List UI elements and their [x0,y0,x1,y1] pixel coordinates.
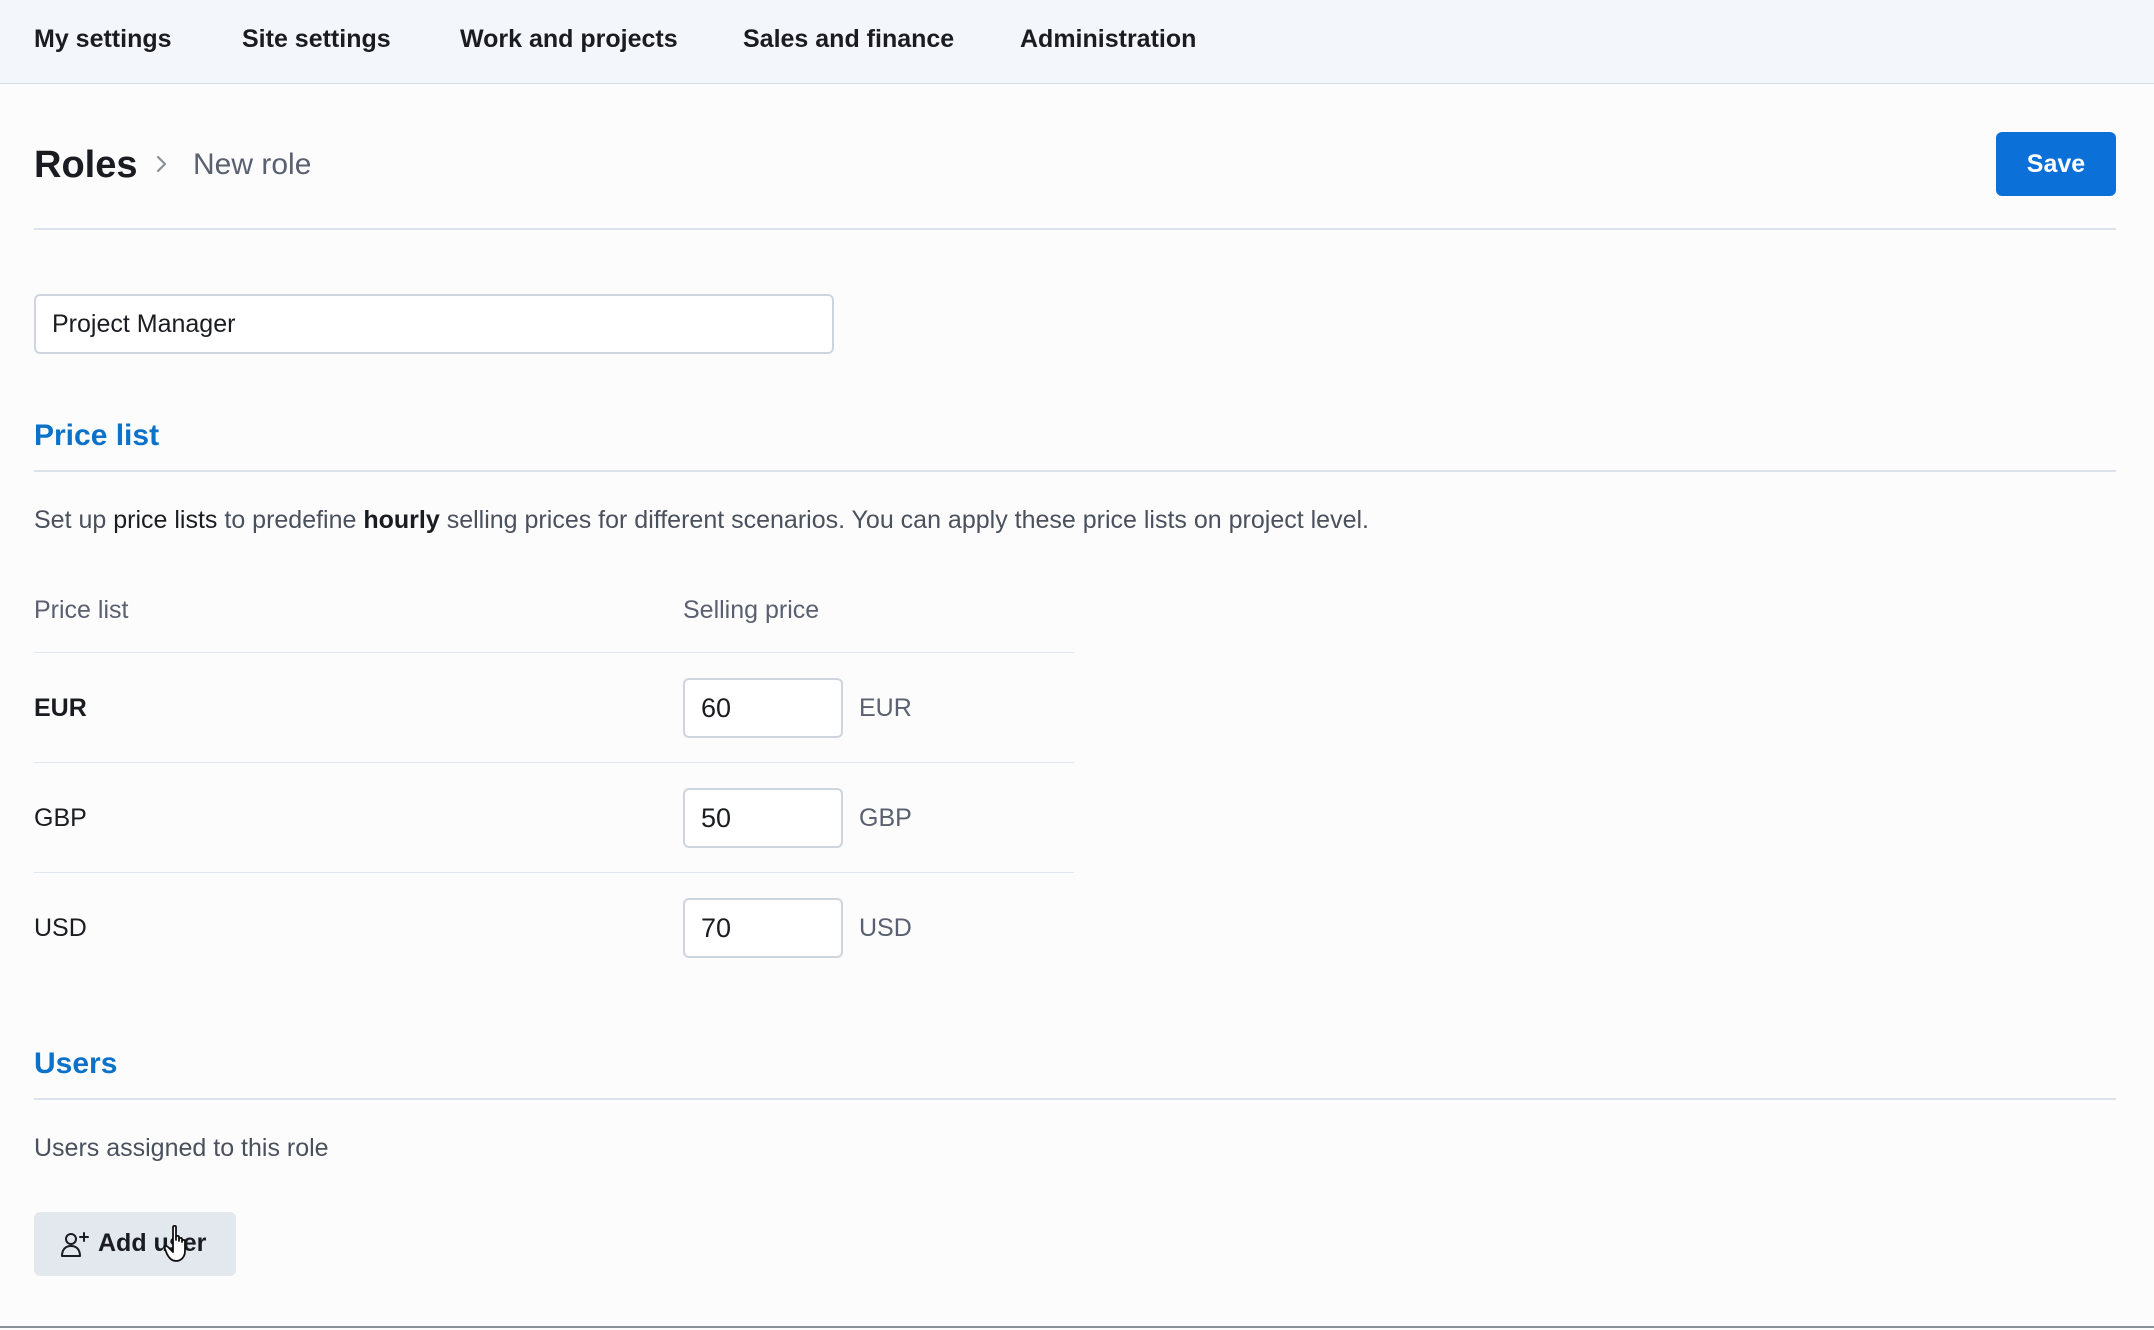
column-header-price-list: Price list [34,596,129,624]
breadcrumb-current: New role [193,148,312,181]
header-divider [34,228,2116,230]
price-lists-link[interactable]: price lists [113,506,217,534]
users-divider [34,1098,2116,1100]
nav-administration[interactable]: Administration [1020,22,1196,56]
selling-price-input[interactable] [683,898,843,958]
add-user-label: Add user [98,1229,207,1257]
price-row-label: GBP [34,804,87,832]
desc-part1: Set up [34,506,114,534]
price-list-section-title: Price list [34,419,160,452]
desc-part3: selling prices for different scenarios. … [439,506,1369,534]
selling-price-input[interactable] [683,788,843,848]
bottom-divider [0,1326,2154,1328]
selling-price-input[interactable] [683,678,843,738]
column-header-selling-price: Selling price [683,596,820,624]
price-row-label: EUR [34,694,87,722]
nav-site-settings[interactable]: Site settings [242,22,391,56]
top-navigation: My settings Site settings Work and proje… [0,0,2154,84]
table-row-divider [34,872,1074,873]
currency-unit: USD [859,914,912,942]
price-row-label: USD [34,914,87,942]
price-list-divider [34,470,2116,472]
save-button[interactable]: Save [1996,132,2116,196]
breadcrumb-roles[interactable]: Roles [34,138,137,192]
currency-unit: EUR [859,694,912,722]
role-name-input[interactable] [34,294,834,354]
add-user-button[interactable]: Add user [34,1212,236,1276]
chevron-right-icon [156,155,167,173]
price-list-description: Set up price lists to predefine hourly s… [34,502,1369,538]
add-user-icon [61,1232,89,1257]
currency-unit: GBP [859,804,912,832]
users-description: Users assigned to this role [34,1134,329,1162]
desc-part2: to predefine [217,506,364,534]
table-row-divider [34,652,1074,653]
nav-sales-and-finance[interactable]: Sales and finance [743,22,954,56]
table-row-divider [34,762,1074,763]
desc-bold: hourly [363,506,440,534]
users-section-title: Users [34,1047,118,1080]
nav-work-and-projects[interactable]: Work and projects [460,22,678,56]
nav-my-settings[interactable]: My settings [34,22,172,56]
